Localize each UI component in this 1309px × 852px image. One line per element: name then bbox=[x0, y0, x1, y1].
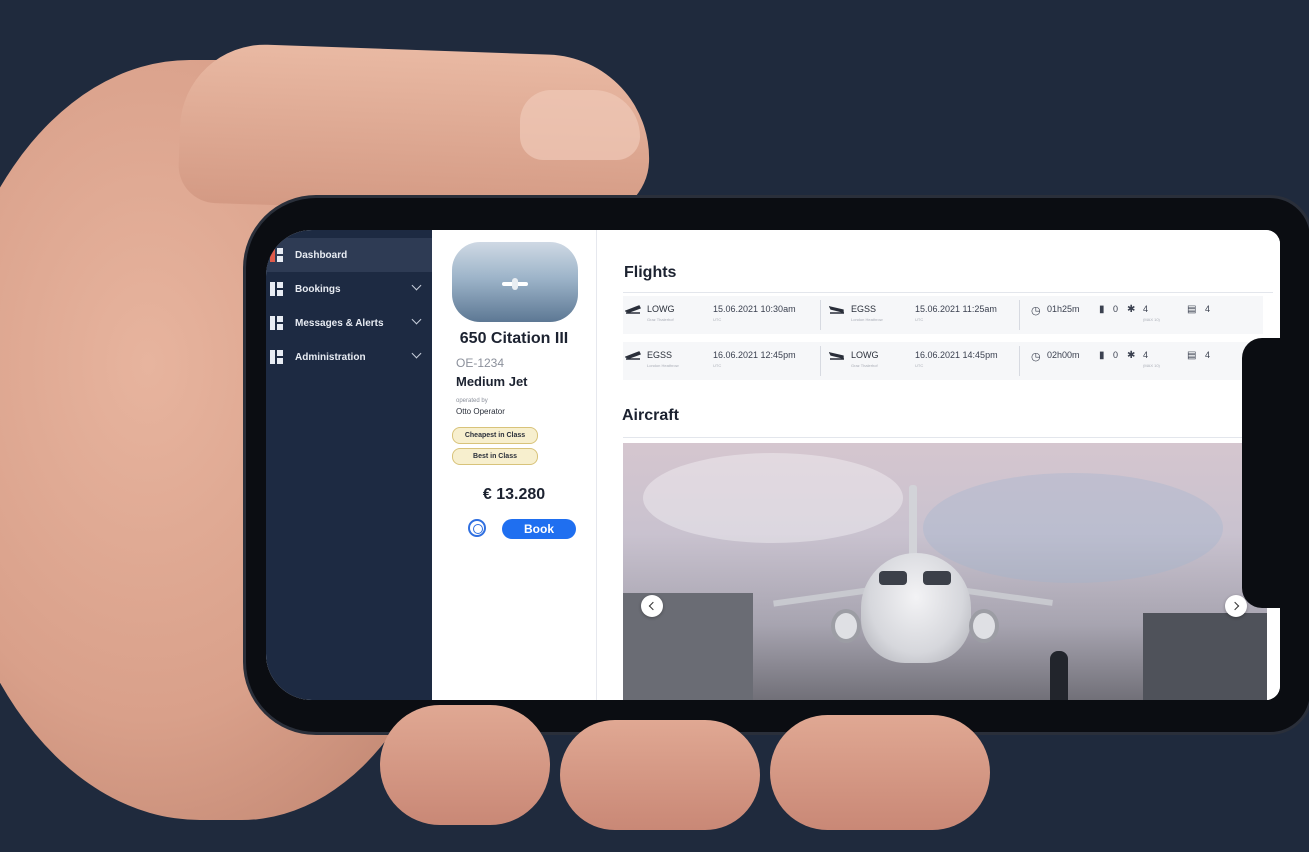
chat-icon[interactable] bbox=[468, 519, 486, 537]
sidebar-item-bookings[interactable]: Bookings bbox=[266, 272, 432, 306]
aircraft-class: Medium Jet bbox=[456, 374, 528, 389]
passenger-max: (MAX 10) bbox=[1143, 317, 1160, 322]
sidebar-item-label: Dashboard bbox=[295, 249, 348, 261]
divider bbox=[623, 437, 1273, 438]
jet-tail bbox=[909, 485, 917, 559]
phone-screen: Dashboard Bookings Messages & Alerts Adm… bbox=[266, 230, 1280, 700]
divider bbox=[623, 292, 1273, 293]
chevron-down-icon[interactable] bbox=[411, 348, 422, 359]
bed-count: 4 bbox=[1205, 304, 1211, 314]
landing-icon bbox=[829, 352, 844, 360]
arrival-airport: Graz Thalerhof bbox=[851, 363, 878, 368]
departure-timezone: UTC bbox=[713, 363, 722, 368]
phone-notch bbox=[1242, 338, 1280, 608]
flights-heading: Flights bbox=[624, 264, 677, 281]
passenger-max: (MAX 10) bbox=[1143, 363, 1160, 368]
bookings-icon bbox=[270, 282, 284, 296]
passenger-icon: ✱ bbox=[1127, 350, 1136, 361]
aircraft-registration: OE-1234 bbox=[456, 356, 505, 370]
hand-finger bbox=[560, 720, 760, 830]
passenger-count: 4 bbox=[1143, 304, 1149, 314]
flight-duration: 02h00m bbox=[1047, 350, 1080, 360]
jet-engine bbox=[831, 609, 861, 643]
jet-silhouette-body bbox=[512, 278, 518, 290]
thumb-nail bbox=[520, 90, 640, 160]
gallery-prev-button[interactable] bbox=[641, 595, 663, 617]
arrival-timezone: UTC bbox=[915, 363, 924, 368]
bed-icon: ▤ bbox=[1187, 304, 1197, 315]
sky-cloud bbox=[643, 453, 903, 543]
aircraft-gallery[interactable] bbox=[623, 443, 1267, 700]
hangar-building bbox=[1143, 613, 1267, 700]
arrival-code: EGSS bbox=[851, 304, 877, 314]
clock-icon: ◷ bbox=[1031, 305, 1041, 317]
landing-icon bbox=[829, 306, 844, 314]
dashboard-icon bbox=[270, 248, 284, 262]
divider bbox=[820, 346, 821, 376]
bed-count: 4 bbox=[1205, 350, 1211, 360]
arrival-code: LOWG bbox=[851, 350, 879, 360]
fuel-stops: 0 bbox=[1113, 350, 1119, 360]
offer-card: 650 Citation III OE-1234 Medium Jet oper… bbox=[432, 230, 597, 700]
operator-name: Otto Operator bbox=[456, 407, 505, 416]
passenger-icon: ✱ bbox=[1127, 304, 1136, 315]
aircraft-title: 650 Citation III bbox=[459, 330, 569, 347]
clock-icon: ◷ bbox=[1031, 351, 1041, 363]
tag-cheapest-in-class: Cheapest in Class bbox=[452, 427, 538, 444]
sky-cloud bbox=[923, 473, 1223, 583]
administration-icon bbox=[270, 350, 284, 364]
tag-best-in-class: Best in Class bbox=[452, 448, 538, 465]
main-content: Flights LOWG Graz Thalerhof 15.06.2021 10… bbox=[597, 230, 1280, 700]
sidebar-item-messages-alerts[interactable]: Messages & Alerts bbox=[266, 306, 432, 340]
offer-price: € 13.280 bbox=[482, 486, 546, 503]
pilot-figure bbox=[1050, 651, 1068, 700]
departure-time: 15.06.2021 10:30am bbox=[713, 304, 796, 314]
departure-code: EGSS bbox=[647, 350, 673, 360]
takeoff-icon bbox=[625, 305, 641, 314]
flight-duration: 01h25m bbox=[1047, 304, 1080, 314]
sidebar-item-administration[interactable]: Administration bbox=[266, 340, 432, 374]
takeoff-icon bbox=[625, 351, 641, 360]
arrival-time: 16.06.2021 14:45pm bbox=[915, 350, 998, 360]
sidebar-item-label: Administration bbox=[295, 351, 366, 363]
arrival-time: 15.06.2021 11:25am bbox=[915, 304, 997, 314]
flight-row[interactable]: LOWG Graz Thalerhof 15.06.2021 10:30am UTC… bbox=[623, 296, 1263, 334]
jet-fuselage bbox=[861, 553, 971, 663]
departure-airport: London Heathrow bbox=[647, 363, 679, 368]
divider bbox=[820, 300, 821, 330]
bed-icon: ▤ bbox=[1187, 350, 1197, 361]
divider bbox=[1019, 300, 1020, 330]
sidebar-item-label: Messages & Alerts bbox=[295, 317, 384, 329]
departure-airport: Graz Thalerhof bbox=[647, 317, 674, 322]
departure-timezone: UTC bbox=[713, 317, 722, 322]
passenger-count: 4 bbox=[1143, 350, 1149, 360]
messages-icon bbox=[270, 316, 284, 330]
arrival-timezone: UTC bbox=[915, 317, 924, 322]
departure-time: 16.06.2021 12:45pm bbox=[713, 350, 796, 360]
flight-row[interactable]: EGSS London Heathrow 16.06.2021 12:45pm UT… bbox=[623, 342, 1263, 380]
chevron-down-icon[interactable] bbox=[411, 314, 422, 325]
divider bbox=[1019, 346, 1020, 376]
hand-finger bbox=[380, 705, 550, 825]
chevron-down-icon[interactable] bbox=[411, 280, 422, 291]
gallery-next-button[interactable] bbox=[1225, 595, 1247, 617]
fuel-icon: ▮ bbox=[1099, 304, 1105, 315]
arrival-airport: London Heathrow bbox=[851, 317, 883, 322]
sidebar-item-label: Bookings bbox=[295, 283, 341, 295]
operated-by-label: operated by bbox=[456, 398, 488, 404]
sidebar-item-dashboard[interactable]: Dashboard bbox=[266, 238, 432, 272]
aircraft-heading: Aircraft bbox=[622, 407, 679, 424]
jet-engine bbox=[969, 609, 999, 643]
aircraft-thumbnail bbox=[452, 242, 578, 322]
hand-finger bbox=[770, 715, 990, 830]
departure-code: LOWG bbox=[647, 304, 675, 314]
cockpit-window bbox=[923, 571, 951, 585]
sidebar: Dashboard Bookings Messages & Alerts Adm… bbox=[266, 230, 432, 700]
fuel-stops: 0 bbox=[1113, 304, 1119, 314]
cockpit-window bbox=[879, 571, 907, 585]
fuel-icon: ▮ bbox=[1099, 350, 1105, 361]
book-button[interactable]: Book bbox=[502, 519, 576, 539]
